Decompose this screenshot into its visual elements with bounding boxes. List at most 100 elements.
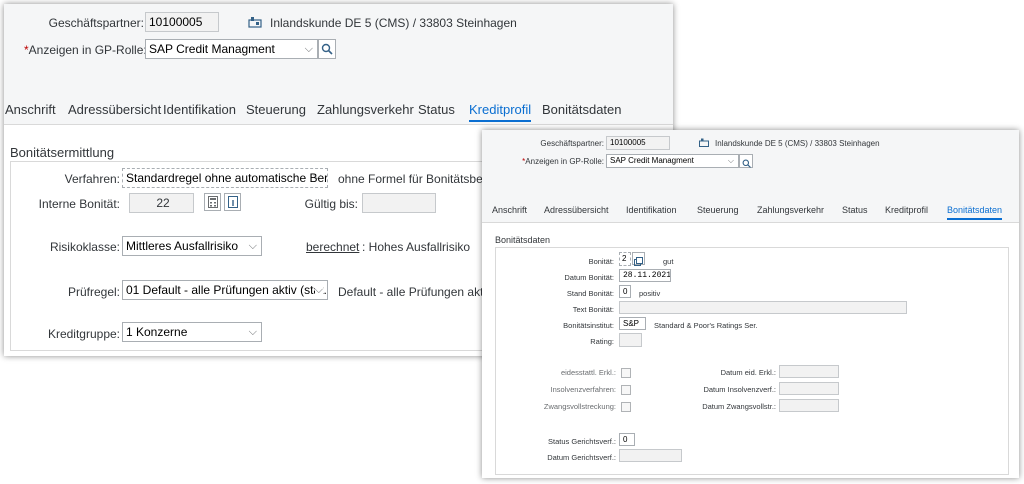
risikoklasse-select[interactable]: Mittleres Ausfallrisiko ⌵ <box>122 236 262 256</box>
copy-icon <box>634 257 643 266</box>
tab-identifikation[interactable]: Identifikation <box>163 102 236 117</box>
chevron-down-icon[interactable]: ⌵ <box>249 237 257 255</box>
role-select-value: SAP Credit Managment <box>149 42 275 56</box>
business-partner-icon <box>699 138 709 147</box>
datum-eid-label: Datum eid. Erkl.: <box>720 368 776 377</box>
role-select[interactable]: SAP Credit Managment ⌵ <box>606 154 739 168</box>
tab-bonitaetsdaten[interactable]: Bonitätsdaten <box>542 102 622 117</box>
verfahren-label: Verfahren: <box>64 172 120 186</box>
kreditgruppe-value: 1 Konzerne <box>126 325 188 339</box>
text-bonitaet-label: Text Bonität: <box>572 305 614 314</box>
chevron-down-icon[interactable]: ⌵ <box>305 40 313 58</box>
datum-gericht-label: Datum Gerichtsverf.: <box>547 453 616 462</box>
eidesstattl-checkbox[interactable] <box>621 368 631 378</box>
datum-bonitaet-label: Datum Bonität: <box>564 273 614 282</box>
tab-status[interactable]: Status <box>418 102 455 117</box>
role-label: *Anzeigen in GP-Rolle: <box>24 43 147 57</box>
risikoklasse-value: Mittleres Ausfallrisiko <box>126 239 239 253</box>
pruefregel-value: 01 Default - alle Prüfungen aktiv (stat.… <box>126 283 327 297</box>
tab-adressuebersicht[interactable]: Adressübersicht <box>68 102 161 117</box>
role-label-text: Anzeigen in GP-Rolle: <box>525 157 604 166</box>
tab-zahlungsverkehr[interactable]: Zahlungsverkehr <box>317 102 414 117</box>
search-icon <box>321 43 333 55</box>
kreditgruppe-select[interactable]: 1 Konzerne ⌵ <box>122 322 262 342</box>
section-title: Bonitätsermittlung <box>10 145 115 160</box>
datum-insolvenz-field[interactable] <box>779 382 839 395</box>
insolvenzverfahren-checkbox[interactable] <box>621 385 631 395</box>
info-button[interactable] <box>224 193 241 211</box>
chevron-down-icon[interactable]: ⌵ <box>249 323 257 341</box>
role-label-text: Anzeigen in GP-Rolle: <box>28 43 147 57</box>
bonitaetsinstitut-field[interactable]: S&P <box>619 317 646 330</box>
datum-zwang-field[interactable] <box>779 399 839 412</box>
role-search-button[interactable] <box>318 39 336 59</box>
calculator-icon <box>207 196 218 208</box>
bonitaet-label: Bonität: <box>588 257 614 266</box>
zwangsvollstreckung-checkbox[interactable] <box>621 402 631 412</box>
datum-zwang-label: Datum Zwangsvollstr.: <box>702 402 776 411</box>
chevron-down-icon[interactable]: ⌵ <box>314 281 323 299</box>
role-label: *Anzeigen in GP-Rolle: <box>502 157 604 166</box>
gueltig-bis-label: Gültig bis: <box>304 197 358 211</box>
tab-anschrift[interactable]: Anschrift <box>5 102 56 117</box>
role-search-button[interactable] <box>739 154 753 168</box>
text-bonitaet-field[interactable] <box>619 301 907 314</box>
datum-insolvenz-label: Datum Insolvenzverf.: <box>703 385 776 394</box>
rating-field[interactable] <box>619 333 642 347</box>
stand-bonitaet-field[interactable]: 0 <box>619 285 631 298</box>
pruefregel-label: Prüfregel: <box>67 285 120 299</box>
status-gericht-label: Status Gerichtsverf.: <box>548 437 616 446</box>
interne-bonitaet-label: Interne Bonität: <box>38 197 120 211</box>
kreditgruppe-label: Kreditgruppe: <box>47 327 120 341</box>
role-select-value: SAP Credit Managment <box>610 156 694 165</box>
gp-description: Inlandskunde DE 5 (CMS) / 33803 Steinhag… <box>270 16 517 30</box>
pruefregel-select[interactable]: 01 Default - alle Prüfungen aktiv (stat.… <box>122 280 328 300</box>
tab-kreditprofil[interactable]: Kreditprofil <box>469 102 532 122</box>
bonitaet-description: gut <box>663 257 674 266</box>
stand-bonitaet-description: positiv <box>639 289 661 298</box>
gp-field[interactable]: 10100005 <box>606 136 670 150</box>
gp-field[interactable]: 10100005 <box>145 12 219 32</box>
search-icon <box>742 159 751 168</box>
verfahren-value: Standardregel ohne automatische Berechnu… <box>126 171 328 185</box>
berechnet-link[interactable]: berechnet <box>306 240 359 254</box>
eidesstattl-label: eidesstattl. Erkl.: <box>560 368 616 377</box>
section-title: Bonitätsdaten <box>495 235 551 245</box>
tab-identifikation[interactable]: Identifikation <box>626 205 677 215</box>
gueltig-bis-field[interactable] <box>362 193 436 213</box>
verfahren-select[interactable]: Standardregel ohne automatische Berechnu… <box>122 168 328 188</box>
bonitaet-field[interactable]: 2 <box>619 252 631 266</box>
copy-button[interactable] <box>632 252 645 266</box>
header-area: Geschäftspartner: 10100005 Inlandskunde … <box>482 130 1019 194</box>
tab-bar: Anschrift Adressübersicht Identifikation… <box>4 96 673 125</box>
stand-bonitaet-label: Stand Bonität: <box>566 289 614 298</box>
tab-bar: Anschrift Adressübersicht Identifikation… <box>482 194 1019 223</box>
tab-anschrift[interactable]: Anschrift <box>492 205 527 215</box>
window-bonitaetsdaten: Geschäftspartner: 10100005 Inlandskunde … <box>482 130 1019 478</box>
status-gericht-field[interactable]: 0 <box>619 433 635 446</box>
tab-adressuebersicht[interactable]: Adressübersicht <box>544 205 609 215</box>
bonitaetsinstitut-label: Bonitätsinstitut: <box>563 321 614 330</box>
berechnet-text: : Hohes Ausfallrisiko <box>362 240 471 254</box>
gp-label: Geschäftspartner: <box>540 139 604 148</box>
gp-description: Inlandskunde DE 5 (CMS) / 33803 Steinhag… <box>715 139 880 148</box>
tab-bonitaetsdaten[interactable]: Bonitätsdaten <box>947 205 1003 220</box>
gp-label: Geschäftspartner: <box>48 16 144 30</box>
datum-bonitaet-field[interactable]: 28.11.2021 <box>619 269 671 282</box>
interne-bonitaet-field[interactable]: 22 <box>129 193 194 213</box>
business-partner-icon <box>248 17 262 28</box>
risikoklasse-label: Risikoklasse: <box>49 240 120 254</box>
tab-zahlungsverkehr[interactable]: Zahlungsverkehr <box>757 205 824 215</box>
tab-steuerung[interactable]: Steuerung <box>697 205 739 215</box>
tab-status[interactable]: Status <box>842 205 868 215</box>
calculator-button[interactable] <box>204 193 221 211</box>
berechnet-value: Hohes Ausfallrisiko <box>368 240 471 254</box>
tab-kreditprofil[interactable]: Kreditprofil <box>885 205 928 215</box>
role-select[interactable]: SAP Credit Managment ⌵ <box>145 39 318 59</box>
info-icon <box>227 196 238 208</box>
tab-steuerung[interactable]: Steuerung <box>246 102 306 117</box>
datum-gericht-field[interactable] <box>619 449 682 462</box>
header-area: Geschäftspartner: 10100005 Inlandskunde … <box>4 4 673 96</box>
datum-eid-field[interactable] <box>779 365 839 378</box>
chevron-down-icon[interactable]: ⌵ <box>728 155 734 167</box>
